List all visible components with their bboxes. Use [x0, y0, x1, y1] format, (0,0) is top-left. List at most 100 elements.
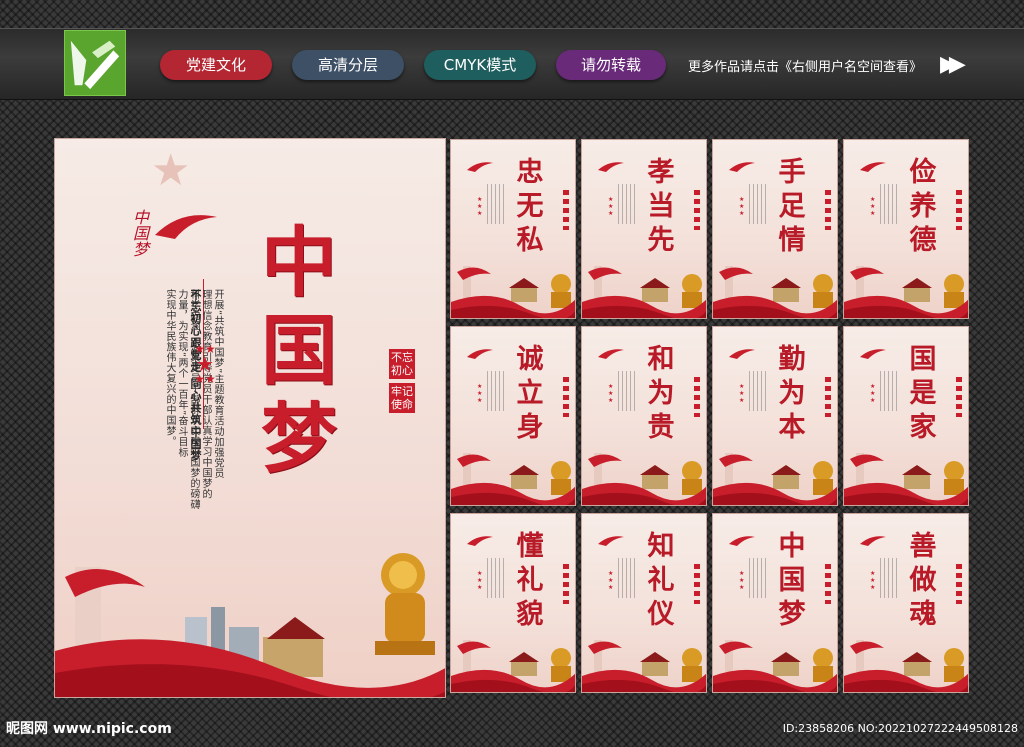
- golden-lion-icon: [375, 553, 435, 655]
- swoosh-icon: [729, 349, 755, 359]
- small-poster-title: 手足情: [778, 157, 806, 256]
- side-badge: [956, 190, 962, 230]
- side-badge: 不忘初心 牢记使命: [389, 349, 415, 417]
- swoosh-icon: [860, 536, 886, 546]
- side-badge: [694, 377, 700, 417]
- side-badge: [563, 564, 569, 604]
- poster-body-text: [749, 184, 767, 224]
- small-poster-title: 孝当先: [647, 157, 675, 256]
- small-poster-title: 中国梦: [778, 531, 806, 630]
- swoosh-icon: [598, 349, 624, 359]
- small-poster-title: 忠无私: [516, 157, 544, 256]
- stars-icon: ★ ★ ★: [739, 570, 745, 591]
- poster-body-text: [487, 371, 505, 411]
- tag-hd-layers[interactable]: 高清分层: [292, 50, 404, 80]
- small-poster: ★ ★ ★ 孝当先: [581, 139, 707, 319]
- stars-icon: ★ ★ ★: [608, 383, 614, 404]
- small-poster-title: 懂礼貌: [516, 531, 544, 630]
- stars-icon: ★ ★ ★: [477, 196, 483, 217]
- swoosh-icon: [467, 349, 493, 359]
- poster-body-text: [618, 184, 636, 224]
- red-ribbon-skyline: [451, 266, 575, 318]
- main-poster: ★ 中国梦 不忘初心跟党走 同心共筑中国梦 开展“共筑中国梦”主题教育活动加强党…: [54, 138, 446, 698]
- tag-cmyk[interactable]: CMYK模式: [424, 50, 536, 80]
- poster-body-text: [618, 371, 636, 411]
- image-id: ID:23858206 NO:20221027222449508128: [782, 722, 1018, 735]
- poster-body-text: [880, 184, 898, 224]
- swoosh-icon: [860, 349, 886, 359]
- poster-body-text: [749, 371, 767, 411]
- red-ribbon-skyline: [844, 453, 968, 505]
- stars-icon: ★ ★ ★: [608, 196, 614, 217]
- stars-icon: ★ ★ ★: [870, 570, 876, 591]
- small-poster: ★ ★ ★ 俭养德: [843, 139, 969, 319]
- badge-line: 牢记使命: [389, 383, 415, 413]
- red-ribbon-skyline: [582, 266, 706, 318]
- double-arrow-icon[interactable]: ▶▶: [940, 52, 966, 77]
- swoosh-icon: [860, 162, 886, 172]
- body-line: 科学内涵，汇集党员干部群众实现中国梦的磅礴: [188, 289, 199, 510]
- tag-party-culture[interactable]: 党建文化: [160, 50, 272, 80]
- tag-no-repost[interactable]: 请勿转载: [556, 50, 666, 80]
- stars-icon: ★ ★ ★: [870, 196, 876, 217]
- swoosh-icon: [467, 162, 493, 172]
- poster-body-text: [880, 558, 898, 598]
- stars-icon: ★ ★ ★: [739, 383, 745, 404]
- more-works-note[interactable]: 更多作品请点击《右侧用户名空间查看》: [688, 56, 922, 75]
- side-badge: [956, 564, 962, 604]
- poster-body-text: [618, 558, 636, 598]
- small-poster: ★ ★ ★ 诚立身: [450, 326, 576, 506]
- poster-title: 中国梦: [261, 218, 337, 483]
- small-poster-title: 善做魂: [909, 531, 937, 630]
- side-badge: [825, 190, 831, 230]
- small-poster-title: 国是家: [909, 344, 937, 443]
- stars-icon: ★ ★ ★: [477, 570, 483, 591]
- logo-icon: [64, 30, 126, 96]
- small-poster-title: 和为贵: [647, 344, 675, 443]
- side-badge: [825, 564, 831, 604]
- poster-body-text: [487, 558, 505, 598]
- small-poster: ★ ★ ★ 国是家: [843, 326, 969, 506]
- swoosh-icon: [729, 536, 755, 546]
- small-poster-title: 诚立身: [516, 344, 544, 443]
- red-ribbon-skyline: [713, 266, 837, 318]
- swoosh-icon: [155, 215, 217, 239]
- body-line: 实现中华民族伟大复兴的中国梦。: [164, 289, 175, 447]
- swoosh-icon: [598, 536, 624, 546]
- poster-body-text: [749, 558, 767, 598]
- stars-icon: ★★ ★ ★★: [194, 342, 216, 386]
- red-ribbon-skyline: [582, 453, 706, 505]
- site-watermark[interactable]: 昵图网 www.nipic.com: [6, 718, 172, 738]
- side-badge: [694, 190, 700, 230]
- poster-body-text: 开展“共筑中国梦”主题教育活动加强党员 理想信念教育引导党员干部认真学习中国梦的…: [163, 289, 223, 510]
- small-poster: ★ ★ ★ 懂礼貌: [450, 513, 576, 693]
- red-ribbon-skyline: [844, 640, 968, 692]
- stars-icon: ★ ★ ★: [477, 383, 483, 404]
- small-poster: ★ ★ ★ 忠无私: [450, 139, 576, 319]
- stars-icon: ★ ★ ★: [870, 383, 876, 404]
- side-badge: [563, 190, 569, 230]
- body-line: 力量，为实现“两个一百年”奋斗目标: [176, 289, 187, 458]
- red-ribbon-skyline: [582, 640, 706, 692]
- poster-body-text: [487, 184, 505, 224]
- red-ribbon-skyline: [844, 266, 968, 318]
- stars-icon: ★ ★ ★: [739, 196, 745, 217]
- red-ribbon-skyline: [713, 640, 837, 692]
- poster-body-text: [880, 371, 898, 411]
- side-badge: [825, 377, 831, 417]
- small-poster-title: 俭养德: [909, 157, 937, 256]
- side-badge: [956, 377, 962, 417]
- body-line: 开展“共筑中国梦”主题教育活动加强党员: [212, 289, 223, 479]
- side-badge: [694, 564, 700, 604]
- red-ribbon-skyline: [713, 453, 837, 505]
- star-decoration-icon: ★: [151, 145, 191, 196]
- red-ribbon-skyline: [451, 453, 575, 505]
- small-poster: ★ ★ ★ 善做魂: [843, 513, 969, 693]
- swoosh-icon: [729, 162, 755, 172]
- small-poster: ★ ★ ★ 中国梦: [712, 513, 838, 693]
- badge-line: 不忘初心: [389, 349, 415, 379]
- small-poster: ★ ★ ★ 知礼仪: [581, 513, 707, 693]
- swoosh-icon: [467, 536, 493, 546]
- small-poster: ★ ★ ★ 和为贵: [581, 326, 707, 506]
- small-poster-title: 知礼仪: [647, 531, 675, 630]
